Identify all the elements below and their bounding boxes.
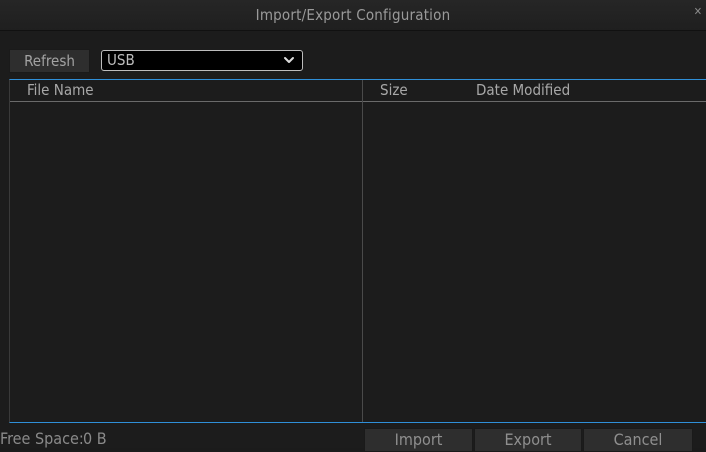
chevron-down-icon	[284, 57, 294, 63]
free-space-value: 0 B	[83, 429, 107, 448]
import-button[interactable]: Import	[364, 428, 473, 452]
toolbar: Refresh USB	[0, 49, 706, 73]
column-header-size[interactable]: Size	[380, 81, 408, 100]
device-select[interactable]: USB	[101, 50, 303, 71]
column-header-date-modified[interactable]: Date Modified	[476, 81, 570, 100]
file-table[interactable]: File Name Size Date Modified	[9, 79, 706, 423]
device-select-value: USB	[107, 51, 135, 69]
table-header: File Name Size Date Modified	[10, 80, 706, 102]
export-button[interactable]: Export	[474, 428, 582, 452]
import-export-dialog: Import/Export Configuration ✕ Refresh US…	[0, 0, 706, 452]
column-header-file-name[interactable]: File Name	[27, 81, 94, 100]
footer: Free Space: 0 B Import Export Cancel	[0, 428, 706, 452]
refresh-button[interactable]: Refresh	[9, 49, 90, 73]
title-bar: Import/Export Configuration ✕	[0, 0, 706, 31]
close-icon[interactable]: ✕	[694, 5, 702, 18]
column-divider	[362, 80, 363, 422]
dialog-title: Import/Export Configuration	[255, 6, 451, 24]
free-space-label: Free Space:	[0, 429, 84, 448]
cancel-button[interactable]: Cancel	[583, 428, 693, 452]
